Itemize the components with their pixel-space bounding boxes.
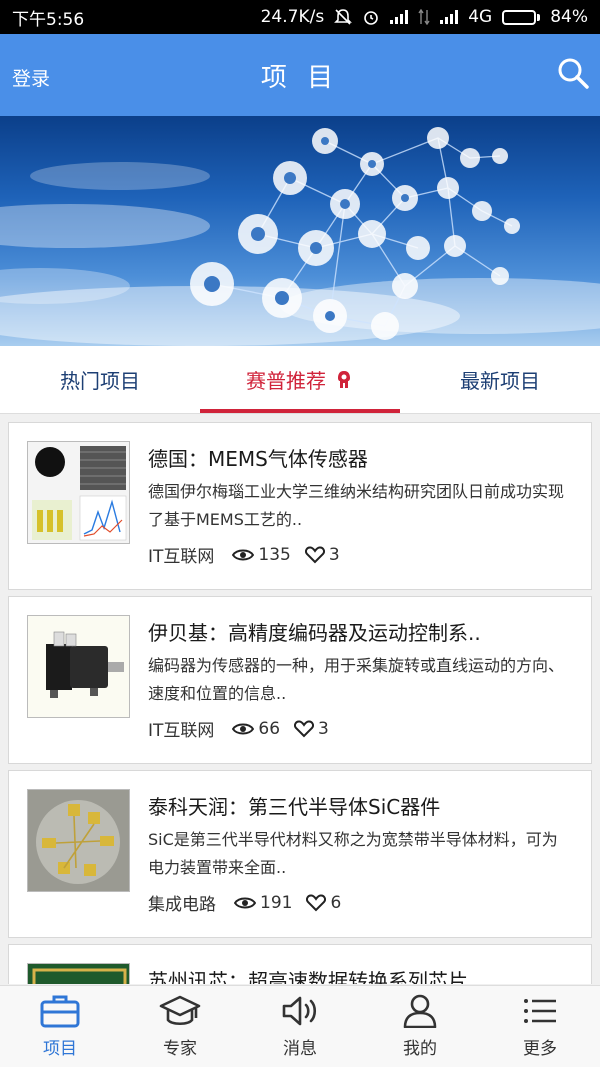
heart-icon[interactable] bbox=[294, 719, 315, 738]
nav-label: 项目 bbox=[43, 1039, 77, 1059]
nav-more[interactable]: 更多 bbox=[480, 986, 600, 1067]
nav-label: 我的 bbox=[403, 1039, 437, 1059]
item-views: 135 bbox=[258, 544, 291, 565]
alarm-icon bbox=[364, 11, 379, 25]
item-thumbnail bbox=[27, 789, 130, 892]
list-item[interactable]: 泰科天润：第三代半导体SiC器件 SiC是第三代半导代材料又称之为宽禁带半导体材… bbox=[8, 770, 592, 938]
item-likes: 3 bbox=[318, 718, 329, 739]
item-description: 德国伊尔梅瑙工业大学三维纳米结构研究团队日前成功实现了基于MEMS工艺的.. bbox=[148, 482, 565, 529]
tab-bar: 热门项目 赛普推荐 最新项目 bbox=[0, 346, 600, 414]
banner-image[interactable] bbox=[0, 116, 600, 346]
item-title: 德国：MEMS气体传感器 bbox=[148, 447, 368, 471]
item-likes: 3 bbox=[328, 544, 340, 565]
tab-recommended[interactable]: 赛普推荐 bbox=[200, 346, 400, 413]
item-title: 苏州讯芯：超高速数据转换系列芯片 bbox=[148, 969, 468, 984]
bottom-nav: 项目 专家 消息 我的 更多 bbox=[0, 985, 600, 1067]
battery-icon bbox=[502, 9, 541, 25]
eye-icon bbox=[232, 723, 255, 734]
status-indicators: 24.7K/s 4G 84% bbox=[261, 7, 588, 27]
tab-latest-projects[interactable]: 最新项目 bbox=[400, 346, 600, 413]
signal-icon bbox=[390, 10, 409, 24]
mute-icon bbox=[334, 9, 353, 25]
eye-icon bbox=[232, 549, 255, 560]
item-title: 泰科天润：第三代半导体SiC器件 bbox=[148, 795, 441, 819]
status-bar: 下午5:56 24.7K/s 4G 84% bbox=[0, 0, 600, 34]
item-meta: IT互联网 135 3 bbox=[148, 542, 573, 568]
eye-icon bbox=[234, 897, 256, 908]
nav-label: 专家 bbox=[163, 1039, 197, 1059]
app-header: 登录 项 目 bbox=[0, 34, 600, 116]
heart-icon[interactable] bbox=[304, 545, 325, 564]
tab-label: 热门项目 bbox=[60, 369, 140, 393]
item-description: 编码器为传感器的一种，用于采集旋转或直线运动的方向、速度和位置的信息.. bbox=[148, 656, 565, 703]
menu-icon bbox=[524, 999, 556, 1023]
nav-label: 消息 bbox=[283, 1039, 317, 1059]
user-icon bbox=[403, 994, 437, 1028]
battery-level: 84% bbox=[550, 7, 588, 27]
item-thumbnail bbox=[27, 441, 130, 544]
item-title: 伊贝基：高精度编码器及运动控制系.. bbox=[148, 621, 481, 645]
item-views: 66 bbox=[258, 718, 281, 739]
item-source: IT互联网 bbox=[148, 547, 215, 567]
briefcase-icon bbox=[40, 995, 80, 1028]
item-source: IT互联网 bbox=[148, 721, 215, 741]
item-views: 191 bbox=[260, 892, 293, 913]
status-time: 下午5:56 bbox=[12, 9, 85, 30]
list-item[interactable]: 伊贝基：高精度编码器及运动控制系.. 编码器为传感器的一种，用于采集旋转或直线运… bbox=[8, 596, 592, 764]
list-item[interactable]: 德国：MEMS气体传感器 德国伊尔梅瑙工业大学三维纳米结构研究团队日前成功实现了… bbox=[8, 422, 592, 590]
network-speed: 24.7K/s bbox=[260, 7, 325, 27]
tab-label: 赛普推荐 bbox=[246, 369, 326, 393]
graduation-cap-icon bbox=[159, 995, 201, 1026]
page-title: 项 目 bbox=[260, 62, 340, 93]
tab-hot-projects[interactable]: 热门项目 bbox=[0, 346, 200, 413]
nav-label: 更多 bbox=[523, 1039, 557, 1059]
search-icon[interactable] bbox=[556, 56, 590, 90]
nav-experts[interactable]: 专家 bbox=[120, 986, 240, 1067]
network-type: 4G bbox=[468, 7, 493, 27]
project-list: 德国：MEMS气体传感器 德国伊尔梅瑙工业大学三维纳米结构研究团队日前成功实现了… bbox=[8, 422, 592, 984]
list-item[interactable]: 苏州讯芯：超高速数据转换系列芯片 bbox=[8, 944, 592, 984]
item-source: 集成电路 bbox=[148, 895, 216, 915]
speaker-icon bbox=[282, 996, 317, 1026]
signal-icon-2 bbox=[440, 10, 459, 24]
item-thumbnail bbox=[27, 615, 130, 718]
network-graphic bbox=[0, 127, 600, 346]
trophy-icon bbox=[338, 370, 350, 388]
nav-projects[interactable]: 项目 bbox=[0, 986, 120, 1067]
item-thumbnail bbox=[27, 963, 130, 984]
heart-icon[interactable] bbox=[306, 893, 327, 912]
item-description: SiC是第三代半导代材料又称之为宽禁带半导体材料，可为电力装置带来全面.. bbox=[148, 830, 558, 877]
data-transfer-icon bbox=[418, 9, 430, 25]
nav-profile[interactable]: 我的 bbox=[360, 986, 480, 1067]
login-link[interactable]: 登录 bbox=[12, 64, 50, 91]
item-meta: 集成电路 191 6 bbox=[148, 890, 573, 916]
tab-label: 最新项目 bbox=[460, 369, 540, 393]
item-meta: IT互联网 66 3 bbox=[148, 716, 573, 742]
nav-messages[interactable]: 消息 bbox=[240, 986, 360, 1067]
item-likes: 6 bbox=[330, 892, 342, 913]
